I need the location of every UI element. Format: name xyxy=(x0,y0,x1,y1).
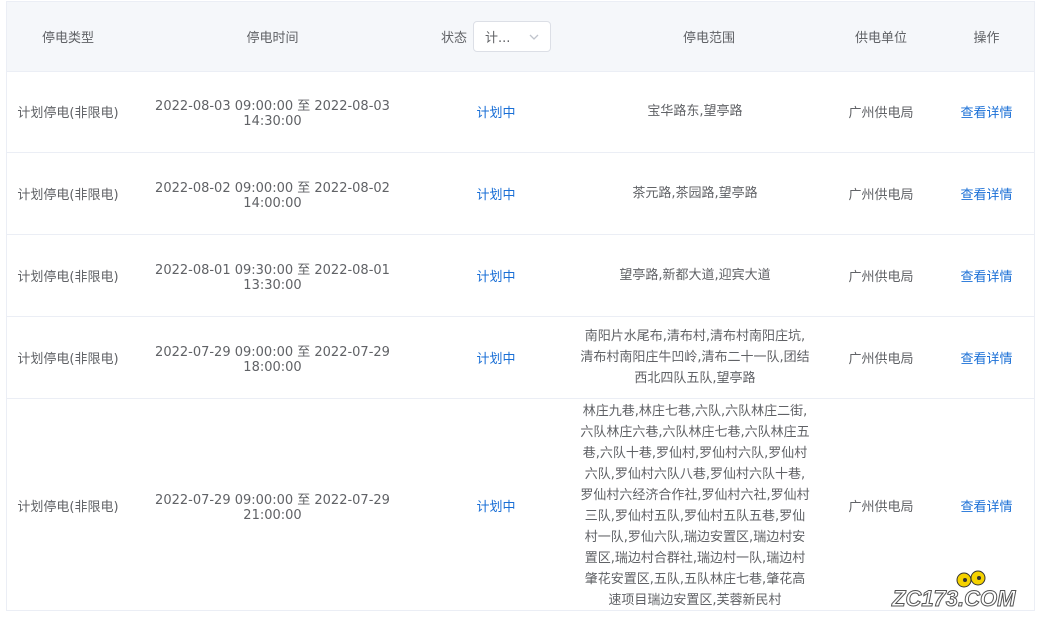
header-op: 操作 xyxy=(973,31,1000,46)
row-range: 望亭路,新都大道,迎宾大道 xyxy=(565,235,825,316)
row-range: 林庄九巷,林庄七巷,六队,六队林庄二街,六队林庄六巷,六队林庄七巷,六队林庄五巷… xyxy=(565,399,825,610)
view-details-link[interactable]: 查看详情 xyxy=(937,71,1034,152)
svg-text:ZC173.COM: ZC173.COM xyxy=(891,586,1016,611)
view-details-link[interactable]: 查看详情 xyxy=(937,153,1034,234)
row-type: 计划停电(非限电) xyxy=(17,352,119,367)
row-time: 2022-07-29 09:00:00 至 2022-07-29 18:00:0… xyxy=(155,344,390,375)
view-details-link[interactable]: 查看详情 xyxy=(937,235,1034,316)
table-row: 计划停电(非限电) 2022-08-03 09:00:00 至 2022-08-… xyxy=(7,71,1034,153)
row-time: 2022-07-29 09:00:00 至 2022-07-29 21:00:0… xyxy=(155,492,390,523)
row-range: 茶元路,茶园路,望亭路 xyxy=(565,153,825,234)
row-range: 南阳片水尾布,清布村,清布村南阳庄坑,清布村南阳庄牛凹岭,清布二十一队,团结西北… xyxy=(565,317,825,398)
row-type: 计划停电(非限电) xyxy=(17,500,119,515)
row-time: 2022-08-01 09:30:00 至 2022-08-01 13:30:0… xyxy=(155,262,390,293)
row-range-text: 茶元路,茶园路,望亭路 xyxy=(632,186,758,201)
row-status: 计划中 xyxy=(476,270,516,285)
table-row: 计划停电(非限电) 2022-07-29 09:00:00 至 2022-07-… xyxy=(7,399,1034,610)
table-row: 计划停电(非限电) 2022-07-29 09:00:00 至 2022-07-… xyxy=(7,317,1034,399)
header-type: 停电类型 xyxy=(41,31,94,46)
row-range-text: 宝华路东,望亭路 xyxy=(647,104,743,119)
header-status-label: 状态 xyxy=(440,31,467,46)
row-unit: 广州供电局 xyxy=(848,270,914,285)
row-type: 计划停电(非限电) xyxy=(17,106,119,121)
row-range-text: 望亭路,新都大道,迎宾大道 xyxy=(619,268,771,283)
table-row: 计划停电(非限电) 2022-08-02 09:00:00 至 2022-08-… xyxy=(7,153,1034,235)
row-unit: 广州供电局 xyxy=(848,352,914,367)
row-time: 2022-08-03 09:00:00 至 2022-08-03 14:30:0… xyxy=(155,98,390,129)
row-range-text: 林庄九巷,林庄七巷,六队,六队林庄二街,六队林庄六巷,六队林庄七巷,六队林庄五巷… xyxy=(580,403,810,608)
row-status: 计划中 xyxy=(476,500,516,515)
row-range-text: 南阳片水尾布,清布村,清布村南阳庄坑,清布村南阳庄牛凹岭,清布二十一队,团结西北… xyxy=(580,329,810,386)
header-unit: 供电单位 xyxy=(854,31,907,46)
header-range: 停电范围 xyxy=(682,31,735,46)
row-status: 计划中 xyxy=(476,106,516,121)
row-type: 计划停电(非限电) xyxy=(17,188,119,203)
zc173-watermark-logo: ZC173.COM xyxy=(891,570,1017,612)
table-row: 计划停电(非限电) 2022-08-01 09:30:00 至 2022-08-… xyxy=(7,235,1034,317)
header-status: 状态 计... xyxy=(416,2,576,71)
status-filter-select[interactable]: 计... xyxy=(473,21,551,52)
header-time: 停电时间 xyxy=(246,31,299,46)
table-header: 停电类型 停电时间 状态 计... 停电范围 供电单位 操作 xyxy=(7,2,1034,72)
row-type: 计划停电(非限电) xyxy=(17,270,119,285)
chevron-down-icon xyxy=(529,34,539,40)
row-range: 宝华路东,望亭路 xyxy=(565,71,825,152)
row-unit: 广州供电局 xyxy=(848,106,914,121)
view-details-link[interactable]: 查看详情 xyxy=(937,317,1034,398)
row-status: 计划中 xyxy=(476,188,516,203)
row-time: 2022-08-02 09:00:00 至 2022-08-02 14:00:0… xyxy=(155,180,390,211)
row-status: 计划中 xyxy=(476,352,516,367)
status-filter-value: 计... xyxy=(485,31,511,46)
row-unit: 广州供电局 xyxy=(848,188,914,203)
power-outage-table: 停电类型 停电时间 状态 计... 停电范围 供电单位 操作 计划停电(非限电)… xyxy=(6,1,1035,611)
